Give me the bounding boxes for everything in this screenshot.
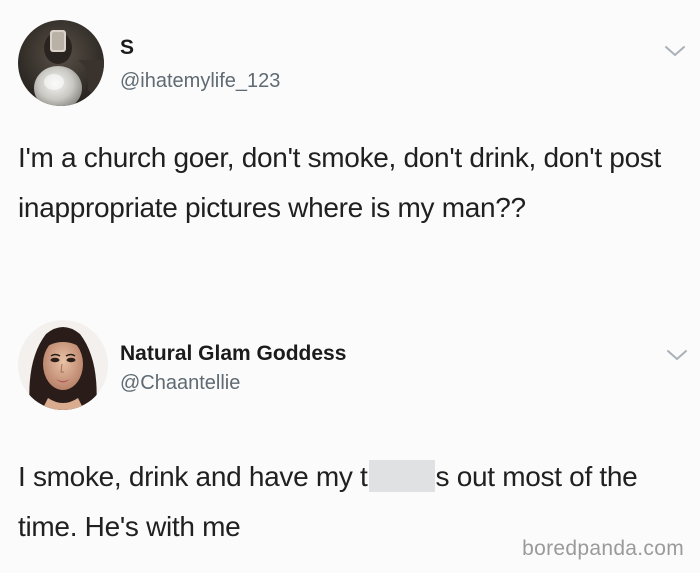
avatar[interactable]	[18, 320, 108, 410]
display-name[interactable]: S	[120, 36, 134, 60]
chevron-down-icon[interactable]	[664, 44, 686, 58]
watermark: boredpanda.com	[522, 537, 684, 560]
tweet-text-before-censor: I smoke, drink and have my t	[18, 461, 368, 492]
tweet-card-2: Natural Glam Goddess @Chaantellie I smok…	[0, 320, 700, 573]
tweet-card-1: S @ihatemylife_123 I'm a church goer, do…	[0, 0, 700, 320]
user-handle[interactable]: @ihatemylife_123	[120, 70, 280, 93]
tweet-text: I'm a church goer, don't smoke, don't dr…	[18, 142, 662, 223]
chevron-down-icon[interactable]	[666, 348, 688, 362]
avatar[interactable]	[18, 20, 104, 106]
censor-bar	[368, 460, 435, 492]
display-name[interactable]: Natural Glam Goddess	[120, 342, 346, 366]
user-handle[interactable]: @Chaantellie	[120, 372, 240, 395]
screenshot-page: S @ihatemylife_123 I'm a church goer, do…	[0, 0, 700, 573]
profile-photo-woman-icon	[18, 320, 108, 410]
profile-photo-dark-icon	[18, 20, 104, 106]
